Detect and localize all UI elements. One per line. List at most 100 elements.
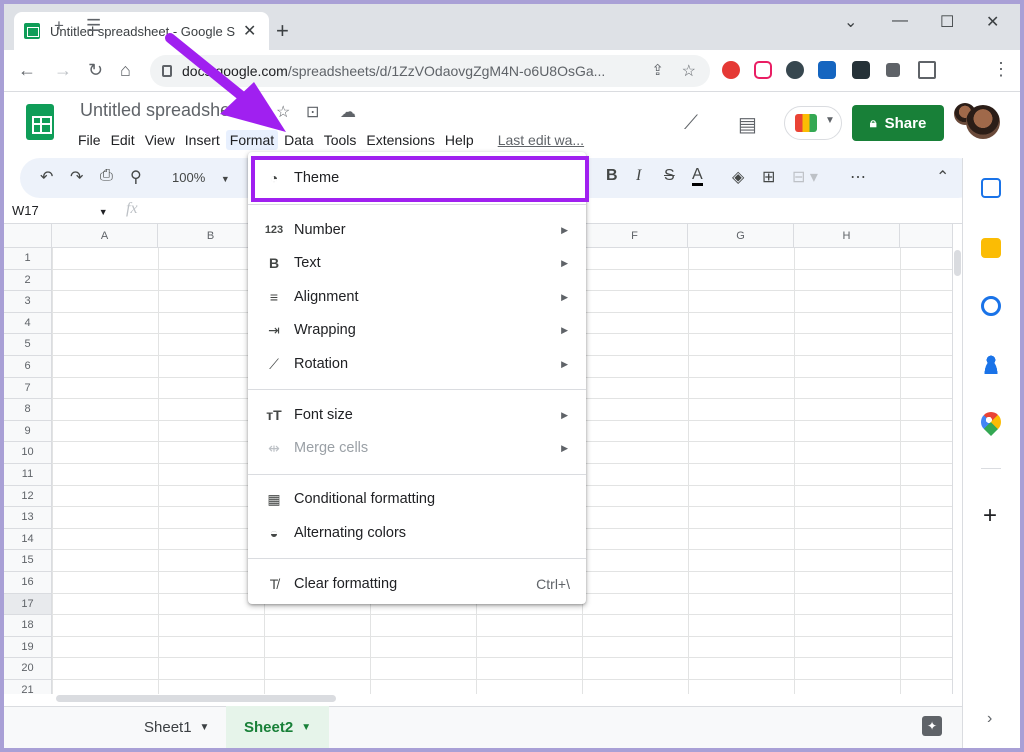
row-header-2[interactable]: 2 [4, 269, 52, 292]
menu-item-rotation[interactable]: ⟋ Rotation ▶ [248, 348, 586, 380]
pocket-extension-icon[interactable] [754, 61, 772, 79]
share-page-icon[interactable]: ⇪ [651, 61, 664, 79]
horizontal-scrollbar[interactable] [52, 692, 962, 704]
column-header-a[interactable]: A [52, 224, 158, 248]
row-header-8[interactable]: 8 [4, 399, 52, 421]
browser-tab[interactable]: Untitled spreadsheet - Google Sh ✕ [14, 12, 269, 50]
row-header-11[interactable]: 11 [4, 464, 52, 486]
row-header-7[interactable]: 7 [4, 377, 52, 400]
close-window-button[interactable]: ✕ [986, 12, 999, 32]
row-header-10[interactable]: 10 [4, 442, 52, 464]
bold-icon[interactable]: B [606, 167, 618, 185]
row-header-6[interactable]: 6 [4, 356, 52, 378]
menu-data[interactable]: Data [280, 130, 318, 150]
star-icon[interactable]: ☆ [276, 102, 290, 122]
row-header-17[interactable]: 17 [4, 593, 52, 616]
bookmark-star-icon[interactable]: ☆ [682, 61, 696, 81]
row-header-20[interactable]: 20 [4, 658, 52, 680]
menu-tools[interactable]: Tools [320, 130, 361, 150]
row-header-9[interactable]: 9 [4, 420, 52, 443]
meet-button[interactable]: ▼ [784, 106, 842, 140]
menu-item-clear-formatting[interactable]: T̸ Clear formatting Ctrl+\ [248, 568, 586, 600]
row-header-18[interactable]: 18 [4, 615, 52, 637]
fill-color-icon[interactable]: ◈ [732, 167, 744, 187]
column-header-h[interactable]: H [794, 224, 900, 248]
last-edit-link[interactable]: Last edit wa... [494, 130, 588, 150]
omnibox[interactable]: docs.google.com/spreadsheets/d/1ZzVOdaov… [150, 55, 710, 87]
paint-format-icon[interactable]: ⚲ [130, 167, 142, 187]
redo-icon[interactable]: ↷ [70, 167, 83, 187]
row-header-16[interactable]: 16 [4, 572, 52, 594]
row-header-1[interactable]: 1 [4, 248, 52, 270]
screenshot-extension-icon[interactable] [818, 61, 836, 79]
vertical-scrollbar[interactable] [952, 224, 962, 694]
menu-view[interactable]: View [141, 130, 179, 150]
name-box[interactable]: W17 ▼ [12, 203, 108, 218]
menu-file[interactable]: File [74, 130, 105, 150]
adblock-extension-icon[interactable] [722, 61, 740, 79]
column-header-f[interactable]: F [582, 224, 688, 248]
minimize-button[interactable]: — [892, 12, 908, 30]
menu-item-font-size[interactable]: тT Font size ▶ [248, 399, 586, 431]
menu-edit[interactable]: Edit [107, 130, 139, 150]
row-header-5[interactable]: 5 [4, 334, 52, 356]
menu-item-number[interactable]: 123 Number ▶ [248, 214, 586, 246]
sheet-tab-sheet1[interactable]: Sheet1 ▼ [126, 706, 227, 748]
side-panel-icon[interactable] [918, 61, 936, 79]
add-addon-icon[interactable]: + [983, 502, 997, 530]
menu-insert[interactable]: Insert [181, 130, 224, 150]
zoom-select[interactable]: 100% ▼ [172, 170, 230, 185]
back-icon[interactable]: ← [18, 60, 36, 81]
extensions-puzzle-icon[interactable] [886, 63, 900, 77]
menu-item-merge-cells[interactable]: ⇹ Merge cells ▶ [248, 432, 586, 464]
undo-icon[interactable]: ↶ [40, 167, 53, 187]
menu-help[interactable]: Help [441, 130, 478, 150]
tasks-icon[interactable] [981, 296, 1001, 316]
more-options-icon[interactable]: ⋯ [850, 167, 866, 187]
activity-trend-icon[interactable]: ⟋ [684, 112, 698, 135]
add-sheet-button[interactable]: + [54, 16, 64, 36]
calendar-icon[interactable] [981, 178, 1001, 198]
tab-search-icon[interactable]: ⌄ [844, 12, 857, 32]
close-tab-icon[interactable]: ✕ [243, 21, 256, 41]
scroll-thumb[interactable] [56, 695, 336, 702]
menu-format[interactable]: Format [225, 130, 279, 150]
row-header-4[interactable]: 4 [4, 312, 52, 335]
menu-item-alignment[interactable]: ≡ Alignment ▶ [248, 281, 586, 313]
italic-icon[interactable]: I [636, 167, 641, 185]
select-all-corner[interactable] [4, 224, 52, 248]
incognito-extension-icon[interactable] [786, 61, 804, 79]
all-sheets-icon[interactable]: ☰ [86, 16, 101, 36]
row-header-19[interactable]: 19 [4, 636, 52, 659]
move-folder-icon[interactable]: ⊡ [306, 102, 319, 122]
new-tab-button[interactable]: + [276, 18, 289, 44]
contacts-icon[interactable] [981, 354, 1001, 374]
menu-item-wrapping[interactable]: ⇥ Wrapping ▶ [248, 314, 586, 346]
menu-extensions[interactable]: Extensions [362, 130, 438, 150]
cloud-status-icon[interactable]: ☁ [340, 102, 356, 122]
chevron-right-icon[interactable]: › [987, 710, 992, 728]
text-color-icon[interactable]: A [692, 167, 703, 186]
document-title[interactable]: Untitled spreadshe [80, 100, 240, 121]
send-extension-icon[interactable] [852, 61, 870, 79]
row-header-21[interactable]: 21 [4, 680, 52, 694]
sheet-tab-sheet2[interactable]: Sheet2 ▼ [226, 706, 330, 748]
reload-icon[interactable]: ↻ [88, 60, 103, 81]
row-header-14[interactable]: 14 [4, 528, 52, 551]
row-header-12[interactable]: 12 [4, 485, 52, 508]
forward-icon[interactable]: → [54, 60, 72, 81]
scroll-thumb[interactable] [954, 250, 961, 276]
print-icon[interactable]: ⎙ [100, 167, 113, 185]
explore-icon[interactable]: ✦ [922, 716, 942, 736]
menu-item-alternating-colors[interactable]: ◒ Alternating colors [248, 517, 586, 549]
row-header-3[interactable]: 3 [4, 291, 52, 313]
strikethrough-icon[interactable]: S [664, 167, 675, 185]
home-icon[interactable]: ⌂ [120, 60, 131, 81]
keep-icon[interactable] [981, 238, 1001, 258]
collapse-toolbar-icon[interactable]: ⌃ [936, 167, 949, 187]
maps-icon[interactable] [976, 407, 1006, 437]
share-button[interactable]: 🔒︎ Share [852, 105, 944, 141]
merge-cells-icon[interactable]: ⊟ ▾ [792, 167, 818, 187]
column-header-i[interactable]: I [900, 224, 952, 248]
row-header-13[interactable]: 13 [4, 507, 52, 529]
